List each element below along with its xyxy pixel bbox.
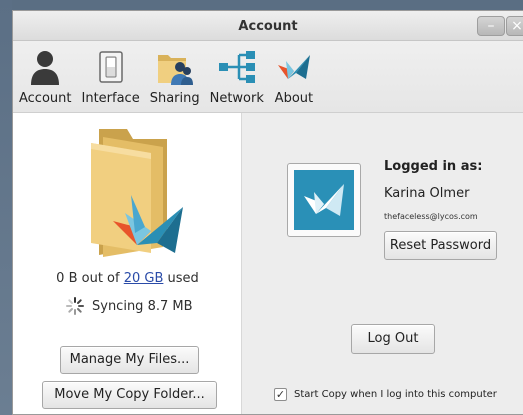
startup-checkbox[interactable]: ✓ bbox=[274, 388, 287, 401]
tab-about[interactable]: About bbox=[270, 48, 318, 112]
sync-status-text: Syncing 8.7 MB bbox=[92, 298, 193, 314]
avatar bbox=[287, 163, 361, 237]
usage-prefix: 0 B out of bbox=[56, 271, 120, 286]
storage-usage: 0 B out of 20 GB used bbox=[13, 271, 242, 286]
desktop-background bbox=[0, 0, 12, 415]
logged-in-label: Logged in as: bbox=[384, 159, 483, 174]
toolbar: Account Interface Sharing Network About bbox=[13, 41, 523, 113]
quota-link[interactable]: 20 GB bbox=[124, 271, 164, 286]
copy-logo-icon bbox=[294, 170, 354, 230]
user-name: Karina Olmer bbox=[384, 186, 470, 201]
sync-status: Syncing 8.7 MB bbox=[65, 296, 193, 316]
user-email: thefaceless@lycos.com bbox=[384, 212, 478, 221]
manage-files-button[interactable]: Manage My Files... bbox=[60, 346, 199, 374]
tab-interface-label: Interface bbox=[81, 91, 140, 106]
copy-logo-icon bbox=[274, 48, 314, 86]
tab-network-label: Network bbox=[209, 91, 264, 106]
title-bar[interactable]: Account – × bbox=[13, 11, 523, 41]
startup-checkbox-label: Start Copy when I log into this computer bbox=[294, 389, 497, 400]
storage-panel: 0 B out of 20 GB used Syncing 8.7 MB Man… bbox=[13, 113, 242, 414]
copy-folder-icon bbox=[71, 125, 193, 261]
tab-account-label: Account bbox=[19, 91, 72, 106]
tab-interface[interactable]: Interface bbox=[78, 48, 144, 112]
spinner-icon bbox=[66, 297, 84, 315]
move-folder-button[interactable]: Move My Copy Folder... bbox=[42, 381, 217, 409]
tab-about-label: About bbox=[274, 91, 314, 106]
close-button[interactable]: × bbox=[506, 16, 523, 36]
tab-sharing[interactable]: Sharing bbox=[146, 48, 204, 112]
switch-icon bbox=[91, 48, 131, 86]
minimize-button[interactable]: – bbox=[477, 16, 505, 36]
person-icon bbox=[25, 48, 65, 86]
tab-account[interactable]: Account bbox=[15, 48, 76, 112]
account-panel: Logged in as: Karina Olmer thefaceless@l… bbox=[243, 113, 523, 414]
network-icon bbox=[217, 48, 257, 86]
reset-password-button[interactable]: Reset Password bbox=[384, 231, 497, 260]
main-content: 0 B out of 20 GB used Syncing 8.7 MB Man… bbox=[13, 113, 523, 414]
tab-sharing-label: Sharing bbox=[149, 91, 200, 106]
startup-option[interactable]: ✓ Start Copy when I log into this comput… bbox=[274, 388, 497, 401]
shared-folder-icon bbox=[155, 48, 195, 86]
usage-suffix: used bbox=[167, 271, 199, 286]
account-window: Account – × Account Interface Sharing Ne… bbox=[12, 10, 523, 415]
window-title: Account bbox=[238, 19, 298, 34]
tab-network[interactable]: Network bbox=[206, 48, 268, 112]
log-out-button[interactable]: Log Out bbox=[351, 324, 435, 354]
